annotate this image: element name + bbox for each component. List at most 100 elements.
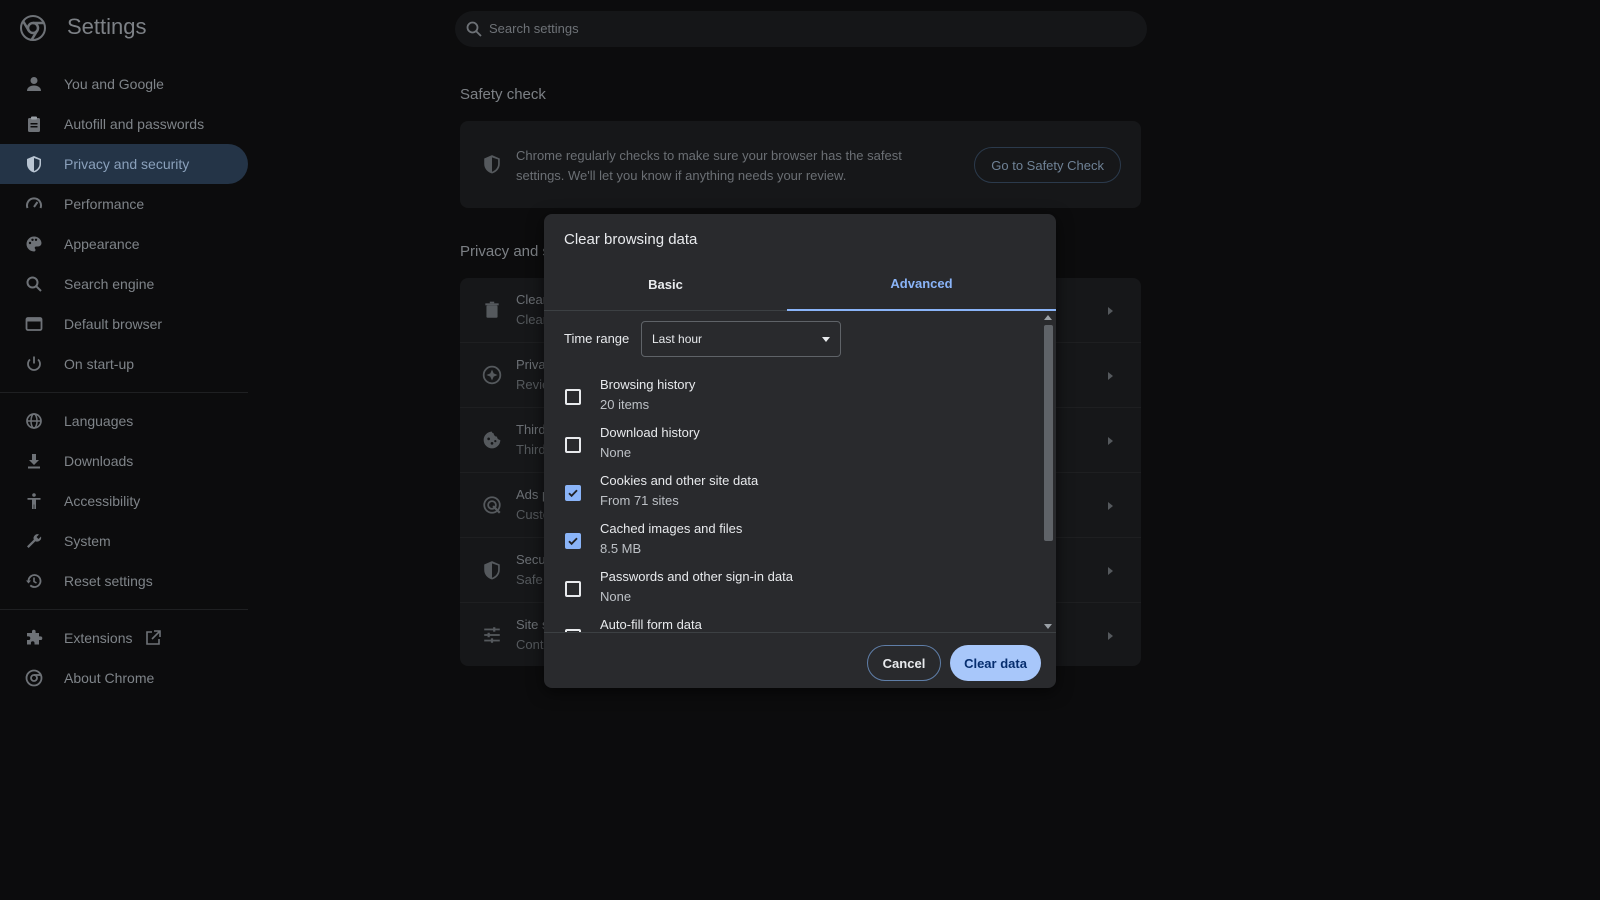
row-title: Secu — [516, 552, 546, 567]
time-range-value: Last hour — [652, 332, 703, 346]
checkmark-icon — [568, 489, 578, 498]
option-subtitle: None — [600, 445, 632, 460]
option-cookies: Cookies and other site data From 71 site… — [544, 473, 1034, 521]
download-icon — [24, 451, 44, 471]
person-icon — [24, 74, 44, 94]
sidebar-divider — [0, 609, 248, 610]
sidebar: You and Google Autofill and passwords Pr… — [0, 64, 248, 698]
download-history-checkbox[interactable] — [565, 437, 581, 453]
puzzle-icon — [24, 628, 44, 648]
row-subtitle: Clear — [516, 312, 548, 327]
scroll-thumb[interactable] — [1044, 325, 1053, 541]
sidebar-item-performance[interactable]: Performance — [0, 184, 248, 224]
tab-advanced[interactable]: Advanced — [787, 258, 1056, 311]
wrench-icon — [24, 531, 44, 551]
row-title: Clear — [516, 292, 548, 307]
passwords-checkbox[interactable] — [565, 581, 581, 597]
gauge-icon — [24, 194, 44, 214]
go-to-safety-check-button[interactable]: Go to Safety Check — [974, 147, 1121, 183]
sidebar-item-search-engine[interactable]: Search engine — [0, 264, 248, 304]
cached-images-checkbox[interactable] — [565, 533, 581, 549]
sliders-icon — [482, 625, 502, 645]
clear-browsing-data-dialog: Clear browsing data Basic Advanced Time … — [544, 214, 1056, 688]
option-download-history: Download history None — [544, 425, 1034, 473]
sidebar-item-system[interactable]: System — [0, 521, 248, 561]
row-title: Priva — [516, 357, 546, 372]
sidebar-item-label: On start-up — [64, 356, 135, 372]
compass-icon — [482, 365, 502, 385]
chevron-right-icon — [1105, 629, 1115, 641]
search-icon — [465, 20, 483, 38]
row-subtitle: Safe — [516, 572, 543, 587]
sidebar-item-label: Default browser — [64, 316, 163, 332]
cookies-checkbox[interactable] — [565, 485, 581, 501]
chevron-right-icon — [1105, 304, 1115, 316]
external-link-icon — [144, 629, 162, 647]
sidebar-item-accessibility[interactable]: Accessibility — [0, 481, 248, 521]
chevron-right-icon — [1105, 434, 1115, 446]
option-title: Passwords and other sign-in data — [600, 569, 793, 584]
tab-basic[interactable]: Basic — [544, 258, 787, 311]
safety-check-heading: Safety check — [460, 86, 546, 103]
palette-icon — [24, 234, 44, 254]
option-cached-images: Cached images and files 8.5 MB — [544, 521, 1034, 569]
sidebar-item-label: About Chrome — [64, 670, 155, 686]
sidebar-item-label: Search engine — [64, 276, 155, 292]
sidebar-item-label: Accessibility — [64, 493, 141, 509]
sidebar-item-on-start-up[interactable]: On start-up — [0, 344, 248, 384]
dialog-scrollbar[interactable] — [1041, 311, 1056, 632]
sidebar-item-label: Autofill and passwords — [64, 116, 205, 132]
search-input[interactable]: Search settings — [455, 11, 1147, 47]
chrome-icon — [24, 668, 44, 688]
sidebar-divider — [0, 392, 248, 393]
sidebar-item-you-and-google[interactable]: You and Google — [0, 64, 248, 104]
sidebar-item-label: Reset settings — [64, 573, 153, 589]
sidebar-item-label: Privacy and security — [64, 156, 190, 172]
dropdown-caret-icon — [822, 337, 830, 342]
option-title: Cached images and files — [600, 521, 743, 536]
sidebar-item-default-browser[interactable]: Default browser — [0, 304, 248, 344]
sidebar-item-about-chrome[interactable]: About Chrome — [0, 658, 248, 698]
sidebar-item-languages[interactable]: Languages — [0, 401, 248, 441]
time-range-label: Time range — [564, 331, 630, 346]
sidebar-item-appearance[interactable]: Appearance — [0, 224, 248, 264]
checkmark-icon — [568, 537, 578, 546]
globe-icon — [24, 411, 44, 431]
sidebar-item-extensions[interactable]: Extensions — [0, 618, 248, 658]
trash-icon — [482, 300, 502, 320]
cookie-icon — [482, 430, 502, 450]
sidebar-item-downloads[interactable]: Downloads — [0, 441, 248, 481]
privacy-heading: Privacy and s — [460, 243, 551, 260]
scroll-up-arrow-icon[interactable] — [1044, 315, 1052, 320]
sidebar-item-label: Performance — [64, 196, 145, 212]
browsing-history-checkbox[interactable] — [565, 389, 581, 405]
search-icon — [24, 274, 44, 294]
sidebar-item-label: Extensions — [64, 630, 133, 646]
option-browsing-history: Browsing history 20 items — [544, 377, 1034, 425]
clear-data-button[interactable]: Clear data — [950, 645, 1041, 681]
sidebar-item-privacy-and-security[interactable]: Privacy and security — [0, 144, 248, 184]
accessibility-icon — [24, 491, 44, 511]
dialog-body: Time range Last hour Browsing history 20… — [544, 311, 1056, 633]
sidebar-item-reset-settings[interactable]: Reset settings — [0, 561, 248, 601]
cancel-button[interactable]: Cancel — [867, 645, 941, 681]
shield-icon — [482, 560, 502, 580]
row-subtitle: Cont — [516, 637, 544, 652]
dialog-tabs: Basic Advanced — [544, 258, 1056, 311]
shield-icon — [482, 154, 502, 174]
chevron-right-icon — [1105, 499, 1115, 511]
option-subtitle: From 71 sites — [600, 493, 679, 508]
time-range-select[interactable]: Last hour — [641, 321, 841, 357]
scroll-down-arrow-icon[interactable] — [1044, 624, 1052, 629]
shield-icon — [24, 154, 44, 174]
sidebar-item-label: Appearance — [64, 236, 140, 252]
history-icon — [24, 571, 44, 591]
sidebar-item-label: Downloads — [64, 453, 134, 469]
app-title: Settings — [67, 14, 147, 39]
safety-check-card: Chrome regularly checks to make sure you… — [460, 121, 1141, 208]
clipboard-icon — [24, 114, 44, 134]
sidebar-item-autofill[interactable]: Autofill and passwords — [0, 104, 248, 144]
dialog-title: Clear browsing data — [564, 231, 698, 248]
chevron-right-icon — [1105, 369, 1115, 381]
sidebar-item-label: Languages — [64, 413, 134, 429]
